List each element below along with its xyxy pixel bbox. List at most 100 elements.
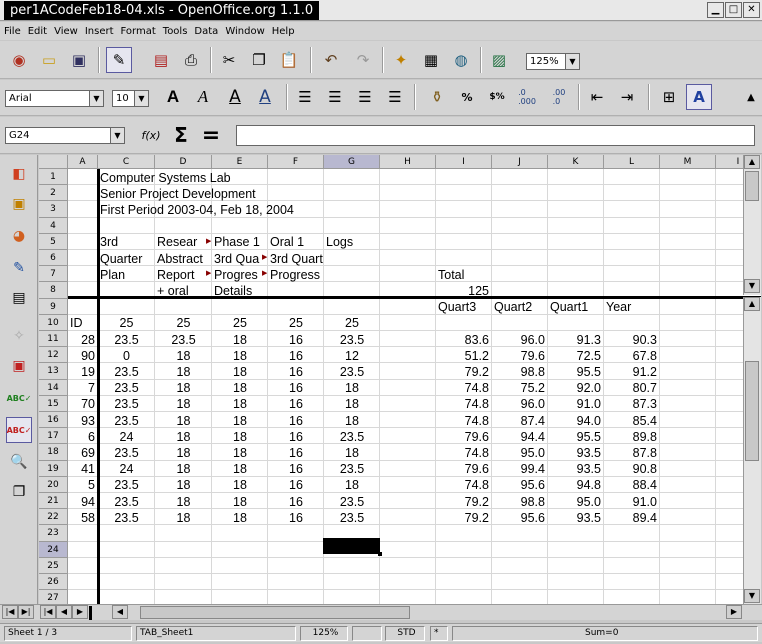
cell[interactable]: 16 [268, 477, 324, 493]
align-left-icon[interactable]: ☰ [292, 84, 318, 110]
cell[interactable]: 75.2 [492, 380, 548, 396]
cell[interactable]: 18 [155, 510, 212, 526]
cell[interactable]: 28 [68, 332, 98, 348]
row-header[interactable]: 2 [39, 185, 68, 202]
cell[interactable]: 95.5 [548, 429, 604, 445]
row-header[interactable]: 18 [39, 444, 68, 461]
scroll-left-icon[interactable]: ◀ [112, 605, 128, 619]
insert-icon[interactable]: ◧ [6, 161, 32, 187]
menu-file[interactable]: File [4, 26, 21, 37]
cell[interactable]: First Period 2003-04, Feb 18, 2004 [98, 202, 398, 218]
cell[interactable]: 93.5 [548, 461, 604, 477]
row-header[interactable]: 11 [39, 331, 68, 348]
cell[interactable]: Logs [324, 234, 380, 250]
cell[interactable]: 18 [155, 380, 212, 396]
cell[interactable]: 95.0 [548, 494, 604, 510]
cell[interactable]: 16 [268, 510, 324, 526]
row-header[interactable]: 22 [39, 509, 68, 526]
cell[interactable]: 95.5 [548, 364, 604, 380]
row-header[interactable]: 8 [39, 282, 68, 299]
cell[interactable]: Quart2 [492, 299, 548, 315]
cell[interactable]: 18 [155, 477, 212, 493]
next-tab-icon[interactable]: ▶ [72, 605, 88, 619]
row-header[interactable]: 10 [39, 314, 68, 331]
cell[interactable]: Resear [155, 234, 212, 250]
cell[interactable]: 18 [212, 461, 268, 477]
function-wizard-icon[interactable]: f(x) [138, 122, 164, 148]
scroll-up-icon[interactable]: ▲ [744, 155, 760, 169]
zoom-select[interactable]: 125% ▼ [526, 53, 580, 70]
cell[interactable]: 23.5 [324, 429, 380, 445]
cell[interactable]: 98.8 [492, 494, 548, 510]
cell[interactable]: 51.2 [436, 348, 492, 364]
row-header[interactable]: 15 [39, 395, 68, 412]
cell[interactable]: 91.2 [604, 364, 660, 380]
cell[interactable]: 18 [212, 332, 268, 348]
cell[interactable]: 23.5 [324, 332, 380, 348]
cell[interactable]: 18 [155, 396, 212, 412]
cell[interactable]: 79.6 [492, 348, 548, 364]
paste-icon[interactable]: 📋 [276, 47, 302, 73]
cell[interactable]: 16 [268, 494, 324, 510]
column-header[interactable]: I [436, 155, 492, 169]
justify-icon[interactable]: ☰ [382, 84, 408, 110]
cell[interactable]: 79.2 [436, 510, 492, 526]
cell[interactable]: 18 [212, 494, 268, 510]
cell[interactable]: 80.7 [604, 380, 660, 396]
cell[interactable]: 96.0 [492, 332, 548, 348]
font-name-select[interactable]: Arial ▼ [5, 90, 104, 107]
scroll-thumb[interactable] [745, 171, 759, 201]
autopilot-icon[interactable]: ✧ [6, 323, 32, 349]
align-center-icon[interactable]: ☰ [322, 84, 348, 110]
row-header[interactable]: 19 [39, 460, 68, 477]
cell[interactable]: Year [604, 299, 660, 315]
selection-mode[interactable]: STD [385, 626, 425, 641]
font-color-icon[interactable]: A [252, 84, 278, 110]
menu-data[interactable]: Data [194, 26, 218, 37]
cell[interactable]: 0 [98, 348, 155, 364]
row-header[interactable]: 4 [39, 217, 68, 234]
menu-edit[interactable]: Edit [28, 26, 47, 37]
row-header[interactable]: 5 [39, 233, 68, 250]
bold-icon[interactable]: A [160, 84, 186, 110]
cell[interactable]: 16 [268, 461, 324, 477]
cell[interactable]: 94.4 [492, 429, 548, 445]
row-header[interactable]: 12 [39, 347, 68, 364]
cell[interactable]: Plan [98, 267, 155, 283]
cell[interactable]: Quart3 [436, 299, 492, 315]
row-header[interactable]: 6 [39, 250, 68, 267]
cell[interactable]: 91.0 [604, 494, 660, 510]
cell[interactable]: 7 [68, 380, 98, 396]
form-icon[interactable]: ▤ [6, 285, 32, 311]
menu-tools[interactable]: Tools [163, 26, 188, 37]
cell[interactable]: Quart1 [548, 299, 604, 315]
cell[interactable]: 18 [212, 510, 268, 526]
auto-spellcheck-icon[interactable]: ABC✓ [6, 417, 32, 443]
cell[interactable]: Oral 1 [268, 234, 324, 250]
cell[interactable]: 16 [268, 380, 324, 396]
row-header[interactable]: 21 [39, 493, 68, 510]
cell[interactable]: 95.6 [492, 510, 548, 526]
spellcheck-icon[interactable]: ▣ [6, 353, 32, 379]
first-tab-icon[interactable]: |◀ [40, 605, 56, 619]
stylist-icon[interactable]: ▦ [418, 47, 444, 73]
undo-icon[interactable]: ↶ [318, 47, 344, 73]
cell[interactable]: 88.4 [604, 477, 660, 493]
cell[interactable]: 18 [155, 461, 212, 477]
column-header[interactable]: J [492, 155, 548, 169]
row-header[interactable]: 14 [39, 379, 68, 396]
cell[interactable]: 16 [268, 429, 324, 445]
name-box[interactable]: G24 ▼ [5, 127, 125, 144]
gallery-icon[interactable]: ▨ [486, 47, 512, 73]
cell[interactable]: 92.0 [548, 380, 604, 396]
page-style[interactable]: TAB_Sheet1 [136, 626, 296, 641]
cell[interactable]: 91.3 [548, 332, 604, 348]
number-format-currency-icon[interactable]: ⚱ [424, 84, 450, 110]
cell[interactable]: 16 [268, 396, 324, 412]
cell[interactable]: 41 [68, 461, 98, 477]
cell[interactable]: 23.5 [98, 477, 155, 493]
cell[interactable]: 16 [268, 364, 324, 380]
cell[interactable]: 74.8 [436, 396, 492, 412]
cell[interactable]: 79.2 [436, 364, 492, 380]
save-icon[interactable]: ▣ [66, 47, 92, 73]
